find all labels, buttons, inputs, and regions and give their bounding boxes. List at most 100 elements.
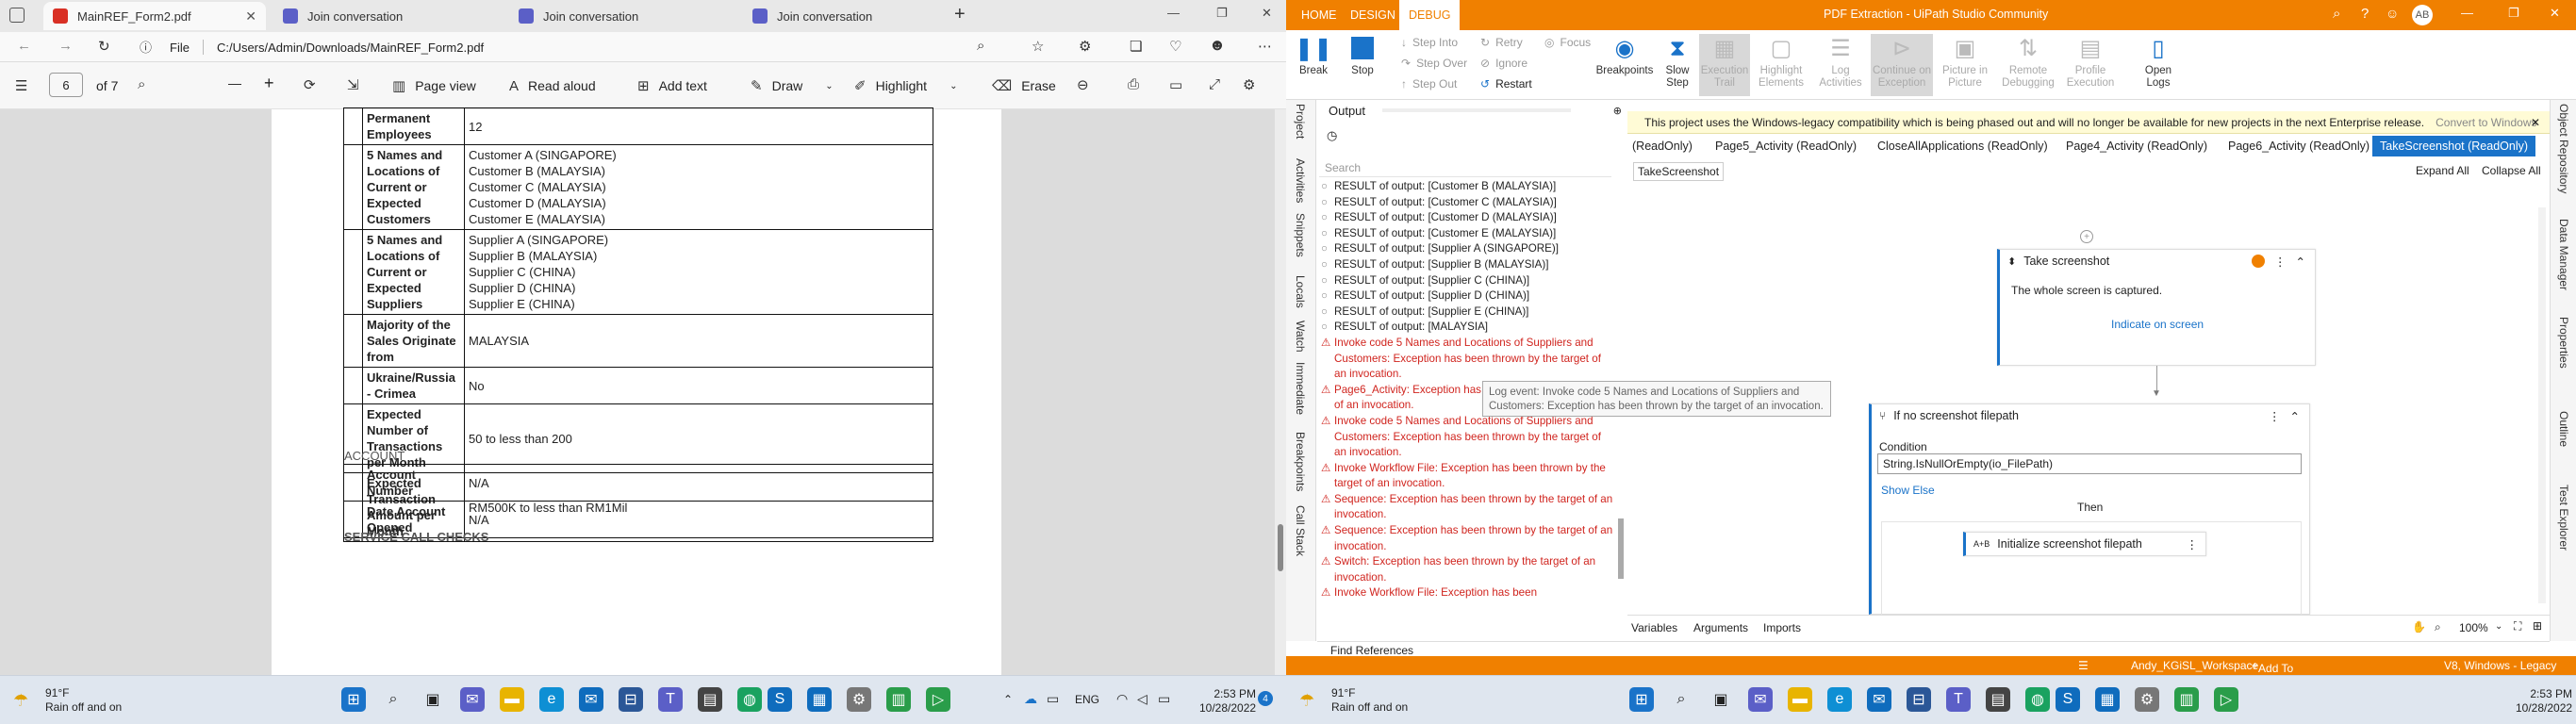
zoom-icon[interactable]: ⌕ bbox=[977, 38, 984, 54]
calculator-icon[interactable]: ▥ bbox=[2174, 687, 2199, 712]
log-line[interactable]: ○ RESULT of output: [Customer C (MALAYSIA… bbox=[1321, 195, 1613, 211]
start-icon[interactable]: ⊞ bbox=[341, 687, 366, 712]
more-icon[interactable]: ⋮ bbox=[2187, 537, 2199, 551]
store-icon[interactable]: ⊟ bbox=[1907, 687, 1931, 712]
show-else-link[interactable]: Show Else bbox=[1881, 484, 1935, 497]
search-icon[interactable]: ⌕ bbox=[381, 687, 405, 712]
new-tab-button[interactable]: + bbox=[954, 4, 966, 25]
app-icon[interactable]: ▤ bbox=[1986, 687, 2010, 712]
step-out-button[interactable]: ↑ Step Out bbox=[1401, 77, 1457, 90]
contents-icon[interactable]: ☰ bbox=[15, 77, 27, 94]
page-view-button[interactable]: ▥ Page view bbox=[392, 75, 476, 96]
retry-button[interactable]: ↻ Retry bbox=[1480, 36, 1523, 49]
mail-icon[interactable]: ✉ bbox=[1867, 687, 1891, 712]
focus-button[interactable]: ◎ Focus bbox=[1544, 36, 1591, 49]
profile-execution-button[interactable]: ▤ Profile Execution bbox=[2061, 34, 2120, 96]
log-line[interactable]: ○ RESULT of output: [Supplier A (SINGAPOR… bbox=[1321, 241, 1613, 257]
clock[interactable]: 2:53 PM 10/28/2022 bbox=[1199, 687, 1256, 716]
mail-icon[interactable]: ✉ bbox=[579, 687, 603, 712]
weather-widget[interactable]: 91°F Rain off and on bbox=[1331, 686, 1408, 715]
display-icon[interactable]: ▭ bbox=[1047, 691, 1059, 707]
app2-icon[interactable]: ▷ bbox=[926, 687, 950, 712]
close-window-button[interactable]: ✕ bbox=[1262, 6, 1272, 21]
log-line-error[interactable]: ⚠ Invoke Workflow File: Exception has bee… bbox=[1321, 585, 1613, 601]
zoom-level[interactable]: 100% bbox=[2459, 621, 2488, 634]
start-icon[interactable]: ⊞ bbox=[1629, 687, 1654, 712]
onedrive-icon[interactable]: ☁ bbox=[1024, 691, 1037, 707]
expand-all-link[interactable]: Expand All bbox=[2416, 164, 2469, 177]
forward-icon[interactable]: → bbox=[58, 38, 73, 54]
profile-icon[interactable]: ☻ bbox=[1209, 36, 1226, 55]
log-line-error[interactable]: ⚠ Sequence: Exception has been thrown by … bbox=[1321, 523, 1613, 554]
settings-icon[interactable]: ⚙ bbox=[847, 687, 871, 712]
calendar-icon[interactable]: ▦ bbox=[807, 687, 832, 712]
tab-debug[interactable]: DEBUG bbox=[1399, 0, 1461, 30]
panel-tab[interactable]: Data Manager bbox=[2557, 219, 2570, 290]
print-icon[interactable]: ⎙ bbox=[1128, 76, 1139, 92]
if-activity[interactable]: ⑂ If no screenshot filepath ⋮ ⌃ Conditio… bbox=[1869, 403, 2310, 616]
take-screenshot-activity[interactable]: ⬍ Take screenshot ⋮ ⌃ The whole screen i… bbox=[1997, 249, 2316, 366]
settings-icon[interactable]: ⚙ bbox=[1243, 76, 1255, 93]
tab-pdf[interactable]: MainREF_Form2.pdf ✕ bbox=[43, 2, 266, 30]
log-line[interactable]: ○ RESULT of output: [Supplier C (CHINA)] bbox=[1321, 273, 1613, 289]
tab-design[interactable]: DESIGN bbox=[1341, 0, 1405, 30]
search-icon[interactable]: ⌕ bbox=[1669, 687, 1693, 712]
collapse-all-link[interactable]: Collapse All bbox=[2482, 164, 2541, 177]
panel-tab[interactable]: Properties bbox=[2557, 317, 2570, 369]
stop-button[interactable]: Stop bbox=[1339, 34, 1386, 96]
add-text-button[interactable]: ⊞ Add text bbox=[637, 75, 707, 96]
tab-teams-3[interactable]: Join conversation bbox=[743, 2, 956, 30]
collections-icon[interactable]: ❏ bbox=[1130, 38, 1142, 55]
panel-tab[interactable]: Activities bbox=[1294, 158, 1307, 203]
more-icon[interactable]: ⋮ bbox=[2274, 255, 2287, 269]
tab-actions-icon[interactable] bbox=[9, 8, 25, 23]
chevron-down-icon[interactable]: ⌄ bbox=[2495, 621, 2502, 632]
fit-page-icon[interactable]: ⇲ bbox=[347, 76, 359, 93]
doc-tab[interactable]: Page4_Activity (ReadOnly) bbox=[2063, 136, 2210, 156]
workspace-selector[interactable]: Andy_KGiSL_Workspace bbox=[2131, 659, 2258, 672]
convert-to-windows-link[interactable]: Convert to Windows bbox=[2436, 116, 2536, 129]
weather-widget[interactable]: 91°F Rain off and on bbox=[45, 686, 122, 715]
log-line[interactable]: ○ RESULT of output: [Customer E (MALAYSIA… bbox=[1321, 226, 1613, 242]
arguments-tab[interactable]: Arguments bbox=[1693, 621, 1748, 634]
page-number-input[interactable]: 6 bbox=[49, 73, 83, 97]
minimize-button[interactable]: — bbox=[1167, 6, 1180, 20]
panel-tab[interactable]: Project bbox=[1294, 104, 1307, 139]
clock-icon[interactable]: ◷ bbox=[1327, 128, 1337, 143]
breadcrumb[interactable]: TakeScreenshot bbox=[1633, 162, 1725, 181]
notification-badge[interactable]: 4 bbox=[1258, 691, 1273, 706]
edge-icon[interactable]: e bbox=[1827, 687, 1852, 712]
panel-tab[interactable]: Test Explorer bbox=[2557, 485, 2570, 551]
uipath-icon[interactable]: S bbox=[2056, 687, 2080, 712]
status-menu-icon[interactable]: ☰ bbox=[2078, 659, 2089, 672]
maximize-button[interactable]: ❐ bbox=[1216, 6, 1228, 21]
teams-icon[interactable]: T bbox=[1946, 687, 1971, 712]
collapse-icon[interactable]: ⌃ bbox=[2296, 255, 2305, 269]
tab-teams-2[interactable]: Join conversation bbox=[509, 2, 741, 30]
save-icon[interactable]: ▭ bbox=[1169, 76, 1182, 93]
highlight-elements-button[interactable]: ▢ Highlight Elements bbox=[1752, 34, 1810, 96]
fullscreen-icon[interactable]: ⤢ bbox=[1209, 76, 1220, 92]
help-icon[interactable]: ? bbox=[2361, 6, 2369, 22]
minimize-button[interactable]: — bbox=[2461, 6, 2473, 20]
calendar-icon[interactable]: ▦ bbox=[2095, 687, 2120, 712]
indicate-on-screen-link[interactable]: Indicate on screen bbox=[2111, 318, 2204, 331]
draw-button[interactable]: ✎ Draw ⌄ bbox=[751, 75, 834, 96]
ignore-button[interactable]: ⊘ Ignore bbox=[1480, 57, 1527, 70]
more-icon[interactable]: ⋯ bbox=[1258, 38, 1272, 55]
language-indicator[interactable]: ENG bbox=[1075, 693, 1099, 706]
panel-tab[interactable]: Watch bbox=[1294, 321, 1307, 353]
overview-icon[interactable]: ⊞ bbox=[2533, 619, 2542, 633]
doc-tab[interactable]: (ReadOnly) bbox=[1629, 136, 1695, 156]
panel-tab[interactable]: Call Stack bbox=[1294, 505, 1307, 556]
app-icon[interactable]: ▤ bbox=[698, 687, 722, 712]
edge-icon[interactable]: e bbox=[539, 687, 564, 712]
rotate-icon[interactable]: ⟳ bbox=[304, 76, 316, 93]
browser-essentials-icon[interactable]: ♡ bbox=[1169, 38, 1181, 55]
find-icon[interactable]: ⌕ bbox=[138, 76, 145, 92]
favorite-icon[interactable]: ☆ bbox=[1032, 38, 1044, 55]
file-explorer-icon[interactable]: ▬ bbox=[500, 687, 524, 712]
panel-tab[interactable]: Breakpoints bbox=[1294, 432, 1307, 491]
log-line[interactable]: ○ RESULT of output: [Supplier B (MALAYSIA… bbox=[1321, 257, 1613, 273]
open-logs-button[interactable]: ▯ Open Logs bbox=[2138, 34, 2178, 96]
